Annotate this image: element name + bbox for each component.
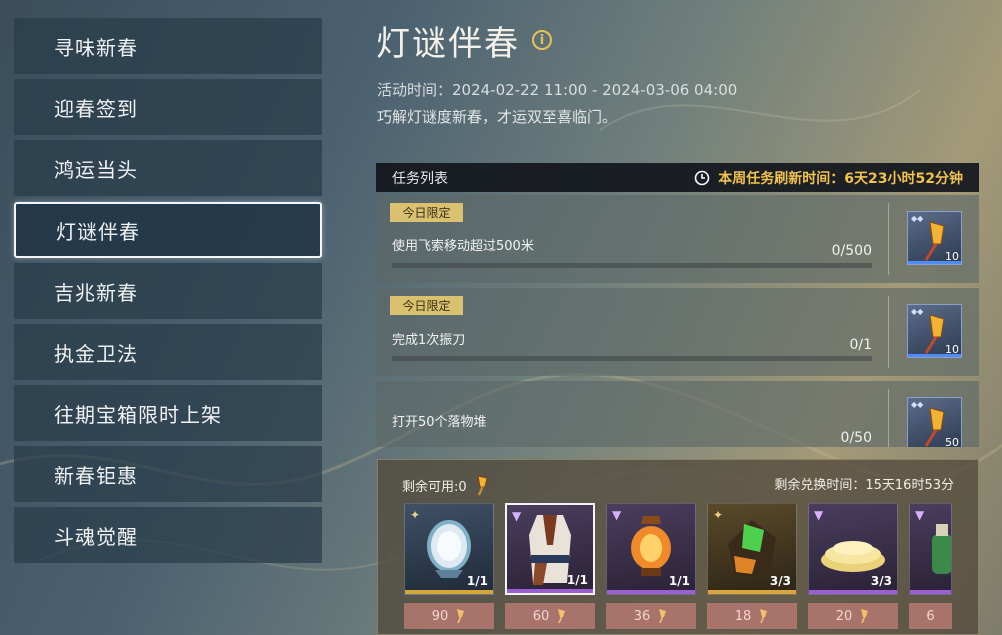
item-count: 3/3 bbox=[870, 574, 892, 588]
price-tag: 18 bbox=[707, 603, 797, 629]
price-tag: 6 bbox=[909, 603, 952, 629]
exchange-item[interactable]: ▼ 3/3 bbox=[808, 503, 898, 595]
price-value: 18 bbox=[734, 608, 752, 624]
price-value: 20 bbox=[835, 608, 853, 624]
rarity-bar bbox=[910, 590, 951, 594]
task-progress-bar bbox=[392, 356, 872, 361]
exchange-time: 剩余兑换时间：15天16时53分 bbox=[774, 478, 954, 493]
torch-icon bbox=[457, 609, 465, 624]
item-count: 3/3 bbox=[769, 574, 791, 588]
remaining-label: 剩余可用:0 bbox=[402, 479, 467, 495]
reward-item[interactable]: ◆◆ 10 bbox=[907, 304, 962, 358]
item-count: 1/1 bbox=[566, 573, 588, 587]
exchange-panel: 剩余可用:0 剩余兑换时间：15天16时53分 ✦ 1/1 90 ▼ 1/1 6… bbox=[377, 459, 979, 635]
sidebar-item-label: 执金卫法 bbox=[54, 341, 138, 366]
price-value: 6 bbox=[926, 608, 935, 624]
sidebar-item-label: 寻味新春 bbox=[54, 35, 138, 60]
sidebar-item-xunwei[interactable]: 寻味新春 bbox=[14, 18, 322, 74]
sidebar-item-checkin[interactable]: 迎春签到 bbox=[14, 79, 322, 135]
reward-item[interactable]: ◆◆ 10 bbox=[907, 211, 962, 265]
torch-icon bbox=[659, 609, 667, 624]
price-value: 36 bbox=[633, 608, 651, 624]
item-count: 1/1 bbox=[668, 574, 690, 588]
task-list-header: 任务列表 本周任务刷新时间：6天23小时52分钟 bbox=[376, 163, 979, 192]
exchange-item[interactable]: ▼ 1/1 bbox=[505, 503, 595, 595]
task-list-title: 任务列表 bbox=[392, 170, 448, 187]
sidebar-item-label: 斗魂觉醒 bbox=[54, 524, 138, 549]
task-progress: 0/1 bbox=[849, 337, 872, 353]
torch-icon bbox=[558, 609, 566, 624]
sidebar-item-label: 迎春签到 bbox=[54, 96, 138, 121]
sidebar-item-awaken[interactable]: 斗魂觉醒 bbox=[14, 507, 322, 563]
divider bbox=[888, 296, 889, 368]
rarity-bar bbox=[507, 589, 593, 593]
sidebar-item-label: 灯谜伴春 bbox=[56, 219, 140, 244]
task-text: 打开50个落物堆 bbox=[392, 415, 487, 430]
torch-icon bbox=[861, 609, 869, 624]
item-count: 1/1 bbox=[466, 574, 488, 588]
daily-limit-tag: 今日限定 bbox=[390, 296, 463, 315]
exchange-item[interactable]: ▼ bbox=[909, 503, 952, 595]
page-title: 灯谜伴春 bbox=[376, 23, 520, 64]
sidebar-item-label: 吉兆新春 bbox=[54, 280, 138, 305]
price-value: 90 bbox=[431, 608, 449, 624]
price-value: 60 bbox=[532, 608, 550, 624]
refresh-timer: 本周任务刷新时间：6天23小时52分钟 bbox=[694, 168, 963, 188]
sidebar-item-auspicious[interactable]: 吉兆新春 bbox=[14, 263, 322, 319]
task-text: 完成1次振刀 bbox=[392, 333, 466, 348]
rarity-bar bbox=[405, 590, 493, 594]
task-progress-bar bbox=[392, 263, 872, 268]
exchange-item[interactable]: ✦ 3/3 bbox=[707, 503, 797, 595]
torch-icon bbox=[477, 475, 488, 496]
sidebar-item-lantern-riddle[interactable]: 灯谜伴春 bbox=[14, 202, 322, 258]
rarity-bar bbox=[908, 261, 961, 264]
reward-count: 50 bbox=[945, 436, 959, 447]
bottle-icon bbox=[932, 524, 951, 574]
rarity-bar bbox=[708, 590, 796, 594]
sidebar-item-fortune[interactable]: 鸿运当头 bbox=[14, 140, 322, 196]
exchange-item[interactable]: ✦ 1/1 bbox=[404, 503, 494, 595]
torch-icon bbox=[760, 609, 768, 624]
remaining-currency: 剩余可用:0 bbox=[402, 474, 491, 496]
sidebar-item-guard[interactable]: 执金卫法 bbox=[14, 324, 322, 380]
sidebar-item-label: 新春钜惠 bbox=[54, 463, 138, 488]
task-row: 今日限定 完成1次振刀 0/1 ◆◆ 10 bbox=[376, 288, 979, 376]
daily-limit-tag: 今日限定 bbox=[390, 203, 463, 222]
event-description: 巧解灯谜度新春，才运双至喜临门。 bbox=[377, 108, 618, 126]
rarity-bar bbox=[607, 590, 695, 594]
sidebar-item-label: 鸿运当头 bbox=[54, 157, 138, 182]
sidebar-item-past-chests[interactable]: 往期宝箱限时上架 bbox=[14, 385, 322, 441]
task-text: 使用飞索移动超过500米 bbox=[392, 239, 534, 254]
sidebar-item-sale[interactable]: 新春钜惠 bbox=[14, 446, 322, 502]
reward-item[interactable]: ◆◆ 50 bbox=[907, 397, 962, 447]
task-progress: 0/50 bbox=[840, 430, 872, 446]
task-row: 打开50个落物堆 0/50 ◆◆ 50 bbox=[376, 381, 979, 447]
task-row: 今日限定 使用飞索移动超过500米 0/500 ◆◆ 10 bbox=[376, 195, 979, 283]
price-tag: 90 bbox=[404, 603, 494, 629]
event-time: 活动时间：2024-02-22 11:00 - 2024-03-06 04:00 bbox=[377, 81, 738, 99]
rarity-bar bbox=[809, 590, 897, 594]
exchange-item[interactable]: ▼ 1/1 bbox=[606, 503, 696, 595]
info-icon[interactable]: i bbox=[532, 30, 552, 50]
clock-icon bbox=[694, 170, 710, 185]
divider bbox=[888, 389, 889, 447]
refresh-label: 本周任务刷新时间：6天23小时52分钟 bbox=[718, 170, 963, 187]
price-tag: 36 bbox=[606, 603, 696, 629]
sidebar-item-label: 往期宝箱限时上架 bbox=[54, 402, 222, 427]
price-tag: 60 bbox=[505, 603, 595, 629]
title-row: 灯谜伴春 i bbox=[376, 18, 552, 64]
rarity-bar bbox=[908, 354, 961, 357]
divider bbox=[888, 203, 889, 275]
task-progress: 0/500 bbox=[831, 243, 872, 259]
price-tag: 20 bbox=[808, 603, 898, 629]
